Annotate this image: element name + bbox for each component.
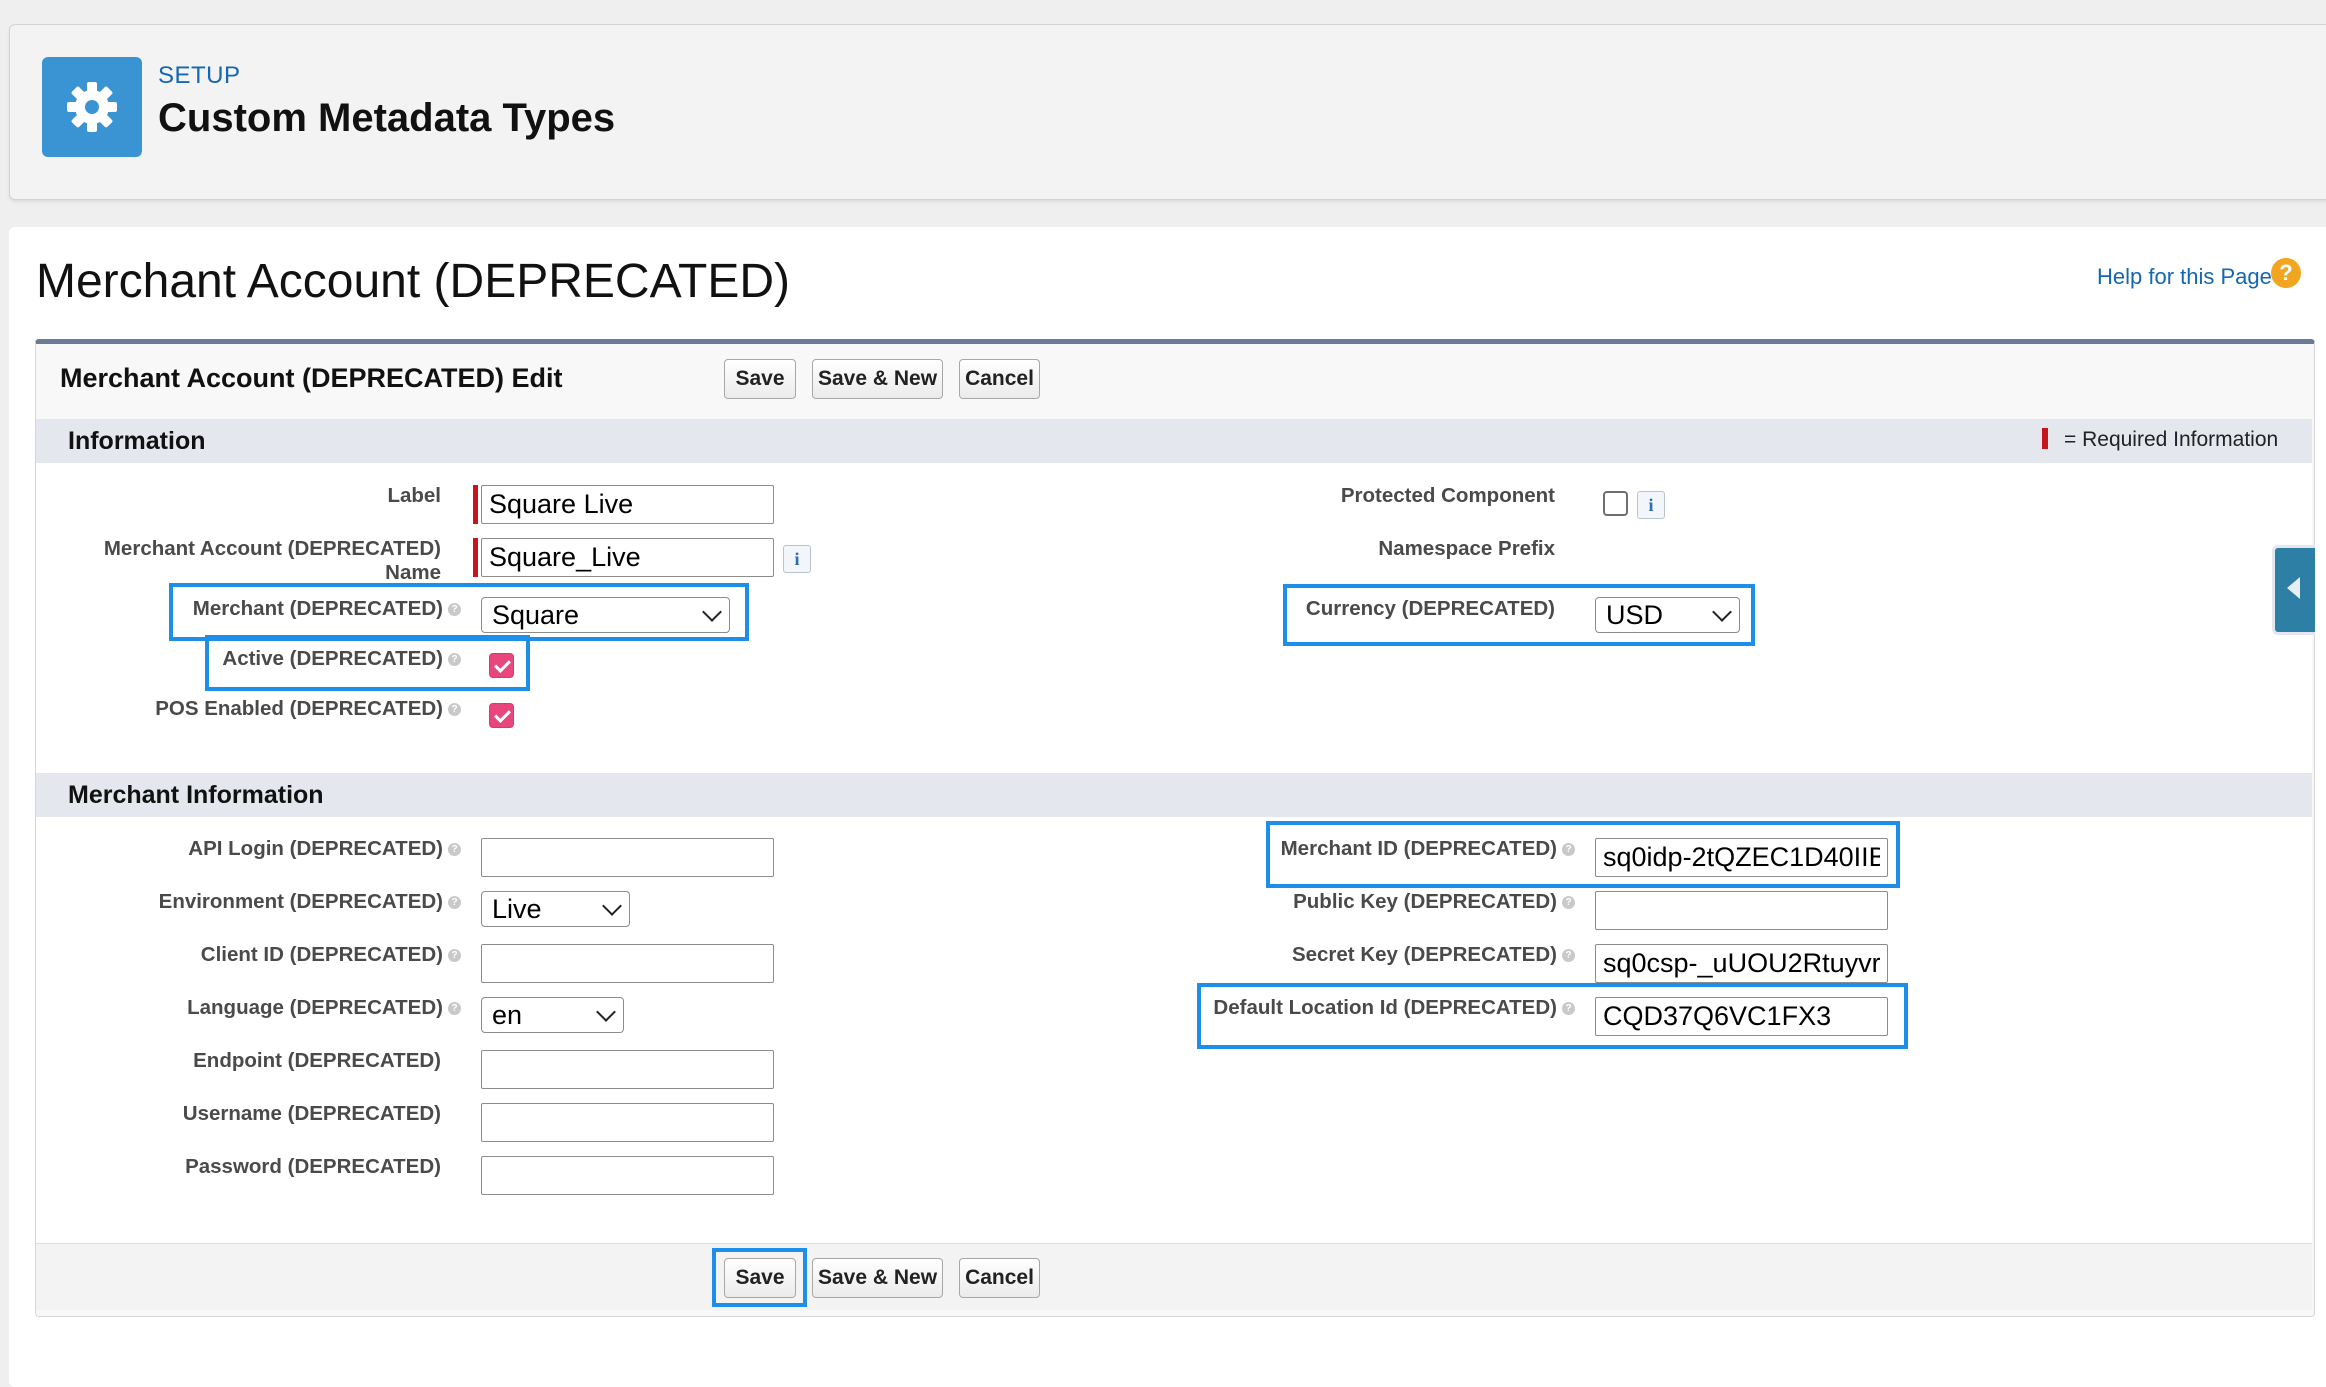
username-label: Username (DEPRECATED) — [182, 1102, 441, 1125]
save-new-button-bottom[interactable]: Save & New — [812, 1258, 943, 1298]
information-section-bar — [36, 419, 2312, 463]
name-field-label: Merchant Account (DEPRECATED) Name — [103, 537, 441, 584]
environment-selected: Live — [492, 893, 542, 924]
information-section-title: Information — [68, 427, 206, 455]
help-bubble-icon[interactable]: ? — [1562, 896, 1575, 910]
cancel-button-bottom[interactable]: Cancel — [959, 1258, 1040, 1298]
client-id-label-text: Client ID (DEPRECATED) — [200, 943, 443, 966]
help-bubble-icon[interactable]: ? — [448, 843, 461, 857]
help-bubble-icon[interactable]: ? — [448, 949, 461, 963]
language-select[interactable]: en — [481, 997, 624, 1033]
pos-enabled-label-text: POS Enabled (DEPRECATED) — [155, 697, 443, 720]
help-bubble-icon[interactable]: ? — [448, 896, 461, 910]
highlight-box-save — [712, 1248, 807, 1307]
info-icon[interactable]: i — [1637, 491, 1665, 519]
label-field-label: Label — [387, 484, 441, 507]
namespace-prefix-label: Namespace Prefix — [1378, 537, 1555, 560]
highlight-box-default-location — [1197, 983, 1908, 1049]
api-login-label-text: API Login (DEPRECATED) — [188, 837, 443, 860]
label-input[interactable] — [481, 485, 774, 524]
merchant-info-content — [36, 817, 2312, 1243]
highlight-box-currency — [1283, 584, 1755, 646]
merchant-info-section-title: Merchant Information — [68, 781, 324, 809]
pos-enabled-field-label: POS Enabled (DEPRECATED)? — [155, 697, 461, 721]
required-indicator — [473, 485, 478, 524]
endpoint-input[interactable] — [481, 1050, 774, 1089]
protected-component-label: Protected Component — [1340, 484, 1555, 507]
password-input[interactable] — [481, 1156, 774, 1195]
help-bubble-icon[interactable]: ? — [448, 703, 461, 717]
name-input[interactable] — [481, 538, 774, 577]
secret-key-input[interactable] — [1595, 944, 1888, 983]
gear-icon-graphic — [67, 82, 117, 132]
password-label: Password (DEPRECATED) — [185, 1155, 441, 1178]
secret-key-label: Secret Key (DEPRECATED)? — [1292, 943, 1575, 967]
pos-enabled-checkbox[interactable] — [489, 703, 514, 728]
secret-key-label-text: Secret Key (DEPRECATED) — [1291, 943, 1557, 966]
public-key-label: Public Key (DEPRECATED)? — [1293, 890, 1575, 914]
info-icon[interactable]: i — [783, 545, 811, 573]
save-new-button-top[interactable]: Save & New — [812, 359, 943, 399]
language-selected: en — [492, 999, 523, 1030]
client-id-input[interactable] — [481, 944, 774, 983]
protected-component-checkbox[interactable] — [1603, 491, 1628, 516]
api-login-label: API Login (DEPRECATED)? — [188, 837, 461, 861]
edit-title: Merchant Account (DEPRECATED) Edit — [60, 363, 563, 393]
collapse-arrow-icon — [2287, 577, 2300, 599]
setup-title: Custom Metadata Types — [158, 96, 616, 140]
public-key-input[interactable] — [1595, 891, 1888, 930]
highlight-box-merchant-id — [1266, 821, 1900, 888]
setup-label: SETUP — [158, 62, 241, 89]
cancel-button-top[interactable]: Cancel — [959, 359, 1040, 399]
required-legend: = Required Information — [2064, 428, 2279, 451]
footer-button-bar — [36, 1243, 2312, 1310]
required-indicator — [473, 538, 478, 577]
help-icon[interactable]: ? — [2271, 258, 2301, 288]
page-title: Merchant Account (DEPRECATED) — [36, 255, 791, 308]
api-login-input[interactable] — [481, 838, 774, 877]
merchant-info-section-bar — [36, 773, 2312, 817]
username-input[interactable] — [481, 1103, 774, 1142]
help-bubble-icon[interactable]: ? — [1562, 949, 1575, 963]
client-id-label: Client ID (DEPRECATED)? — [201, 943, 461, 967]
language-label-text: Language (DEPRECATED) — [187, 996, 443, 1019]
highlight-box-active — [205, 635, 530, 691]
chevron-down-icon — [602, 896, 622, 916]
required-marker — [2042, 428, 2048, 449]
environment-select[interactable]: Live — [481, 891, 630, 927]
help-bubble-icon[interactable]: ? — [448, 1002, 461, 1016]
language-label: Language (DEPRECATED)? — [187, 996, 461, 1020]
public-key-label-text: Public Key (DEPRECATED) — [1293, 890, 1557, 913]
save-button-top[interactable]: Save — [724, 359, 796, 399]
gear-icon — [42, 57, 142, 157]
chevron-down-icon — [596, 1002, 616, 1022]
environment-label-text: Environment (DEPRECATED) — [158, 890, 443, 913]
endpoint-label: Endpoint (DEPRECATED) — [193, 1049, 441, 1072]
highlight-box-merchant — [169, 583, 749, 641]
help-link[interactable]: Help for this Page — [2097, 264, 2272, 290]
environment-label: Environment (DEPRECATED)? — [159, 890, 461, 914]
